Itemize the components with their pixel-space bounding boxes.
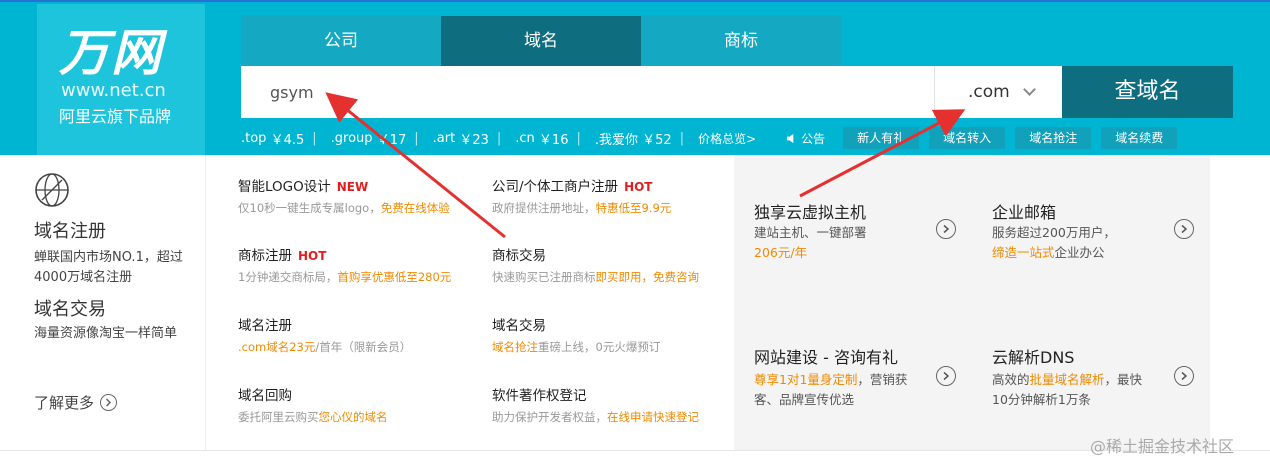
price-suffix: .group: [330, 130, 373, 146]
service-company-register[interactable]: 公司/个体工商户注册 HOT 政府提供注册地址，特惠低至9.9元: [492, 175, 732, 216]
logo-url: www.net.cn: [61, 80, 166, 101]
card-enterprise-mail[interactable]: 企业邮箱 服务超过200万用户， 缔造一站式企业办公: [972, 155, 1208, 300]
separator: |: [414, 130, 419, 146]
domain-search-input[interactable]: [241, 66, 934, 118]
domain-transfer-button[interactable]: 域名转入: [929, 127, 1006, 149]
learn-more-label: 了解更多: [34, 394, 95, 412]
price-suffix: .top: [241, 130, 267, 146]
card-title: 云解析DNS: [992, 348, 1075, 367]
domain-register-desc: 蝉联国内市场NO.1，超过4000万域名注册: [34, 250, 183, 285]
tab-domain[interactable]: 域名: [441, 16, 641, 66]
service-domain-register[interactable]: 域名注册 .com域名23元/首年（限新会员）: [238, 314, 478, 355]
chevron-right-icon: [936, 219, 956, 239]
search-tabs: 公司 域名 商标: [241, 16, 841, 66]
service-logo-design[interactable]: 智能LOGO设计 NEW 仅10秒一键生成专属logo，免费在线体验: [238, 175, 478, 216]
service-trademark-register[interactable]: 商标注册 HOT 1分钟递交商标局，首购享优惠低至280元: [238, 244, 478, 285]
price-item[interactable]: .cn ￥16 |: [515, 129, 581, 148]
service-title: 域名注册: [238, 318, 292, 334]
service-desc: 委托阿里云购买您心仪的域名: [238, 410, 388, 424]
card-title: 企业邮箱: [992, 203, 1057, 222]
service-desc: .com域名23元/首年（限新会员）: [238, 340, 412, 354]
card-title: 独享云虚拟主机: [754, 203, 867, 222]
search-domain-button[interactable]: 查域名: [1062, 66, 1233, 118]
notice-label: 公告: [801, 131, 826, 146]
price-value: ￥16: [538, 132, 569, 148]
watermark: @稀土掘金技术社区: [1090, 437, 1235, 456]
service-domain-trade[interactable]: 域名交易 域名抢注重磅上线，0元火爆预订: [492, 314, 732, 355]
price-value: ￥4.5: [270, 132, 305, 148]
service-desc: 1分钟递交商标局，首购享优惠低至280元: [238, 270, 452, 284]
service-title: 商标注册 HOT: [238, 248, 327, 264]
card-cloud-hosting[interactable]: 独享云虚拟主机 建站主机、一键部署 206元/年: [734, 155, 970, 300]
service-trademark-trade[interactable]: 商标交易 快速购买已注册商标即买即用，免费咨询: [492, 244, 732, 285]
price-suffix: .art: [432, 130, 456, 146]
globe-icon: [35, 173, 69, 207]
card-title: 网站建设 - 咨询有礼: [754, 348, 898, 367]
price-row: .top ￥4.5 | .group ￥17 | .art ￥23 | .cn ￥16…: [241, 127, 1187, 149]
service-desc: 域名抢注重磅上线，0元火爆预订: [492, 340, 661, 354]
price-value: ￥17: [376, 132, 407, 148]
card-desc: 高效的批量域名解析，最快 10分钟解析1万条: [992, 372, 1143, 407]
service-title: 域名回购: [238, 388, 292, 404]
service-desc: 助力保护开发者权益，在线申请快速登记: [492, 410, 699, 424]
chevron-down-icon: [1022, 82, 1036, 96]
separator: |: [576, 130, 581, 146]
card-website-build[interactable]: 网站建设 - 咨询有礼 尊享1对1量身定制，营销获客、品牌宣传优选: [734, 302, 970, 447]
domain-intro-panel: 域名注册 蝉联国内市场NO.1，超过4000万域名注册 域名交易 海量资源像淘宝…: [0, 155, 206, 450]
separator: |: [496, 130, 502, 146]
logo[interactable]: 万网 www.net.cn 阿里云旗下品牌: [37, 4, 205, 155]
service-title: 软件著作权登记: [492, 388, 587, 404]
tab-trademark[interactable]: 商标: [641, 16, 841, 66]
price-suffix: .cn: [515, 130, 535, 146]
price-item[interactable]: .group ￥17 |: [331, 129, 419, 148]
domain-register-title: 域名注册: [34, 221, 106, 242]
notice-link[interactable]: 公告: [786, 130, 825, 147]
domain-renew-button[interactable]: 域名续费: [1101, 127, 1178, 149]
service-title: 商标交易: [492, 248, 546, 264]
content-area: 域名注册 蝉联国内市场NO.1，超过4000万域名注册 域名交易 海量资源像淘宝…: [0, 155, 1270, 472]
service-domain-buyback[interactable]: 域名回购 委托阿里云购买您心仪的域名: [238, 384, 478, 425]
promo-grid: 独享云虚拟主机 建站主机、一键部署 206元/年 企业邮箱 服务超过200万用户，…: [734, 155, 1210, 450]
logo-text: 万网: [59, 24, 163, 82]
domain-trade-desc: 海量资源像淘宝一样简单: [34, 326, 178, 341]
service-title: 公司/个体工商户注册 HOT: [492, 179, 653, 195]
new-badge: NEW: [336, 180, 369, 194]
price-item[interactable]: .art ￥23 |: [433, 129, 502, 148]
bottom-divider: [0, 450, 1270, 451]
service-title: 智能LOGO设计 NEW: [238, 179, 369, 195]
site-header: 万网 www.net.cn 阿里云旗下品牌 公司 域名 商标 .com 查域名 …: [0, 2, 1270, 155]
suffix-value: .com: [968, 82, 1010, 102]
price-overview-link[interactable]: 价格总览>: [698, 130, 756, 147]
service-title: 域名交易: [492, 318, 546, 334]
separator: |: [679, 130, 685, 146]
chevron-right-icon: [936, 366, 956, 386]
service-software-copyright[interactable]: 软件著作权登记 助力保护开发者权益，在线申请快速登记: [492, 384, 732, 425]
speaker-icon: [787, 133, 794, 143]
domain-trade-title: 域名交易: [34, 299, 106, 320]
learn-more-link[interactable]: 了解更多: [34, 392, 118, 413]
logo-slogan: 阿里云旗下品牌: [59, 107, 172, 126]
service-desc: 快速购买已注册商标即买即用，免费咨询: [492, 270, 699, 284]
price-value: ￥52: [642, 132, 672, 148]
card-cloud-dns[interactable]: 云解析DNS 高效的批量域名解析，最快 10分钟解析1万条: [972, 302, 1208, 447]
service-desc: 政府提供注册地址，特惠低至9.9元: [492, 201, 672, 215]
price-item[interactable]: .top ￥4.5 |: [241, 129, 317, 148]
card-desc: 建站主机、一键部署 206元/年: [754, 225, 867, 260]
card-desc: 尊享1对1量身定制，营销获客、品牌宣传优选: [754, 372, 908, 407]
service-desc: 仅10秒一键生成专属logo，免费在线体验: [238, 201, 450, 215]
suffix-select[interactable]: .com: [934, 66, 1062, 118]
tab-company[interactable]: 公司: [241, 16, 441, 66]
price-item[interactable]: .我爱你 ￥52 |: [595, 129, 684, 148]
price-suffix: .我爱你: [594, 132, 638, 148]
card-desc: 服务超过200万用户， 缔造一站式企业办公: [992, 225, 1116, 260]
separator: |: [312, 130, 317, 146]
chevron-right-icon: [1174, 219, 1194, 239]
hot-badge: HOT: [624, 180, 653, 194]
price-value: ￥23: [459, 132, 489, 148]
domain-snap-button[interactable]: 域名抢注: [1015, 127, 1092, 149]
chevron-right-icon: [100, 394, 118, 411]
hot-badge: HOT: [298, 249, 327, 263]
newbie-gift-button[interactable]: 新人有礼: [843, 127, 920, 149]
chevron-right-icon: [1174, 366, 1194, 386]
